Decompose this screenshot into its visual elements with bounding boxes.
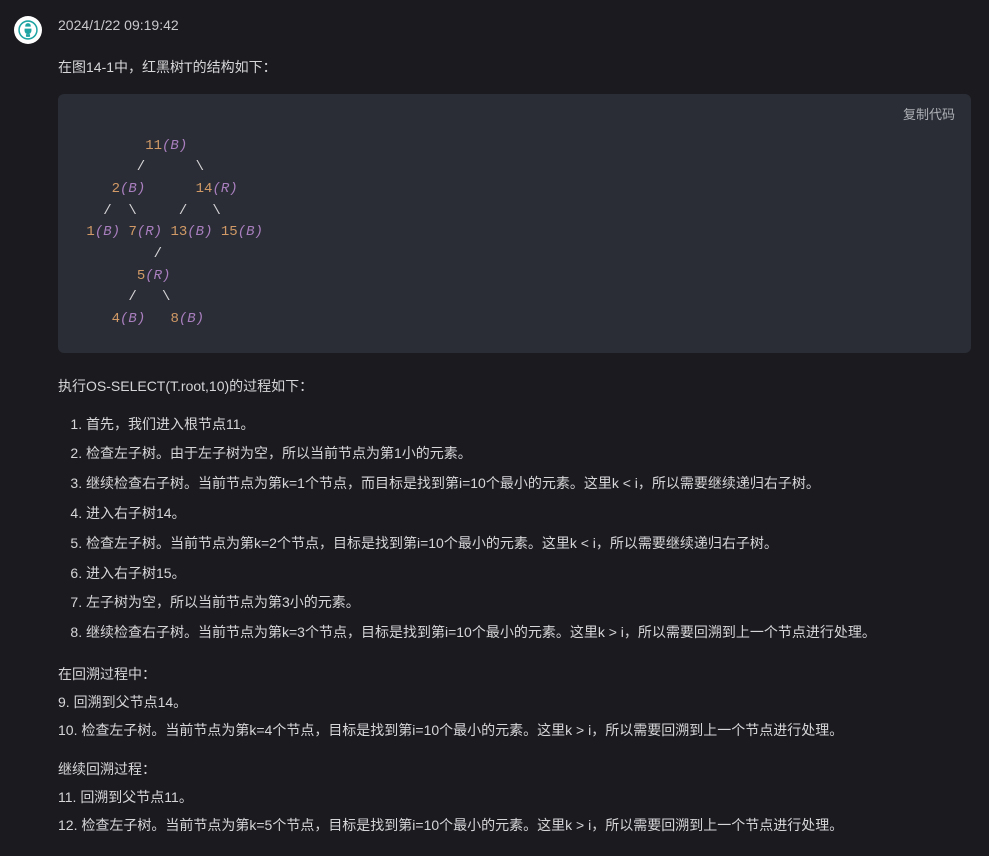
- tree-node-color: (B): [187, 224, 212, 240]
- list-item: 检查左子树。当前节点为第k=2个节点，目标是找到第i=10个最小的元素。这里k …: [86, 532, 971, 556]
- code-content: 11(B) / \ 2(B) 14(R) / \ / \ 1(B) 7(R) 1…: [78, 136, 951, 331]
- tree-node-number: 7: [128, 224, 136, 240]
- tree-node-color: (R): [137, 224, 162, 240]
- backtrack-line: 12. 检查左子树。当前节点为第k=5个节点，目标是找到第i=10个最小的元素。…: [58, 814, 971, 838]
- tree-node-color: (B): [162, 138, 187, 154]
- timestamp: 2024/1/22 09:19:42: [58, 14, 971, 38]
- backtrack-title: 在回溯过程中：: [58, 663, 971, 687]
- tree-node-number: 8: [170, 311, 178, 327]
- tree-node-number: 13: [170, 224, 187, 240]
- backtrack-line: 11. 回溯到父节点11。: [58, 786, 971, 810]
- backtrack-block-1: 在回溯过程中： 9. 回溯到父节点14。 10. 检查左子树。当前节点为第k=4个…: [58, 663, 971, 742]
- tree-node-number: 1: [86, 224, 94, 240]
- tree-node-color: (R): [212, 181, 237, 197]
- tree-node-color: (B): [120, 311, 145, 327]
- tree-node-color: (B): [238, 224, 263, 240]
- list-item: 继续检查右子树。当前节点为第k=3个节点，目标是找到第i=10个最小的元素。这里…: [86, 621, 971, 645]
- backtrack-line: 10. 检查左子树。当前节点为第k=4个节点，目标是找到第i=10个最小的元素。…: [58, 719, 971, 743]
- list-item: 首先，我们进入根节点11。: [86, 413, 971, 437]
- list-item: 进入右子树14。: [86, 502, 971, 526]
- list-item: 检查左子树。由于左子树为空，所以当前节点为第1小的元素。: [86, 442, 971, 466]
- tree-node-number: 14: [196, 181, 213, 197]
- tree-node-color: (B): [120, 181, 145, 197]
- backtrack-block-2: 继续回溯过程： 11. 回溯到父节点11。 12. 检查左子树。当前节点为第k=5…: [58, 758, 971, 837]
- tree-node-number: 11: [145, 138, 162, 154]
- code-block: 复制代码 11(B) / \ 2(B) 14(R) / \ / \ 1(B) 7…: [58, 94, 971, 353]
- message-body: 在图14-1中，红黑树T的结构如下： 复制代码 11(B) / \ 2(B) 1…: [58, 56, 971, 838]
- copy-code-button[interactable]: 复制代码: [903, 104, 955, 123]
- tree-node-number: 4: [112, 311, 120, 327]
- tree-node-number: 2: [112, 181, 120, 197]
- tree-node-color: (B): [95, 224, 120, 240]
- avatar: [14, 16, 42, 44]
- steps-list: 首先，我们进入根节点11。检查左子树。由于左子树为空，所以当前节点为第1小的元素…: [58, 413, 971, 645]
- list-item: 继续检查右子树。当前节点为第k=1个节点，而目标是找到第i=10个最小的元素。这…: [86, 472, 971, 496]
- backtrack-title: 继续回溯过程：: [58, 758, 971, 782]
- message-content: 2024/1/22 09:19:42 在图14-1中，红黑树T的结构如下： 复制…: [58, 14, 971, 842]
- exec-intro: 执行OS-SELECT(T.root,10)的过程如下：: [58, 375, 971, 399]
- tree-node-color: (R): [145, 268, 170, 284]
- backtrack-line: 9. 回溯到父节点14。: [58, 691, 971, 715]
- tree-node-color: (B): [179, 311, 204, 327]
- tree-node-number: 5: [137, 268, 145, 284]
- assistant-message: 2024/1/22 09:19:42 在图14-1中，红黑树T的结构如下： 复制…: [0, 0, 989, 856]
- assistant-logo-icon: [17, 19, 39, 41]
- intro-paragraph: 在图14-1中，红黑树T的结构如下：: [58, 56, 971, 80]
- list-item: 左子树为空，所以当前节点为第3小的元素。: [86, 591, 971, 615]
- tree-node-number: 15: [221, 224, 238, 240]
- list-item: 进入右子树15。: [86, 562, 971, 586]
